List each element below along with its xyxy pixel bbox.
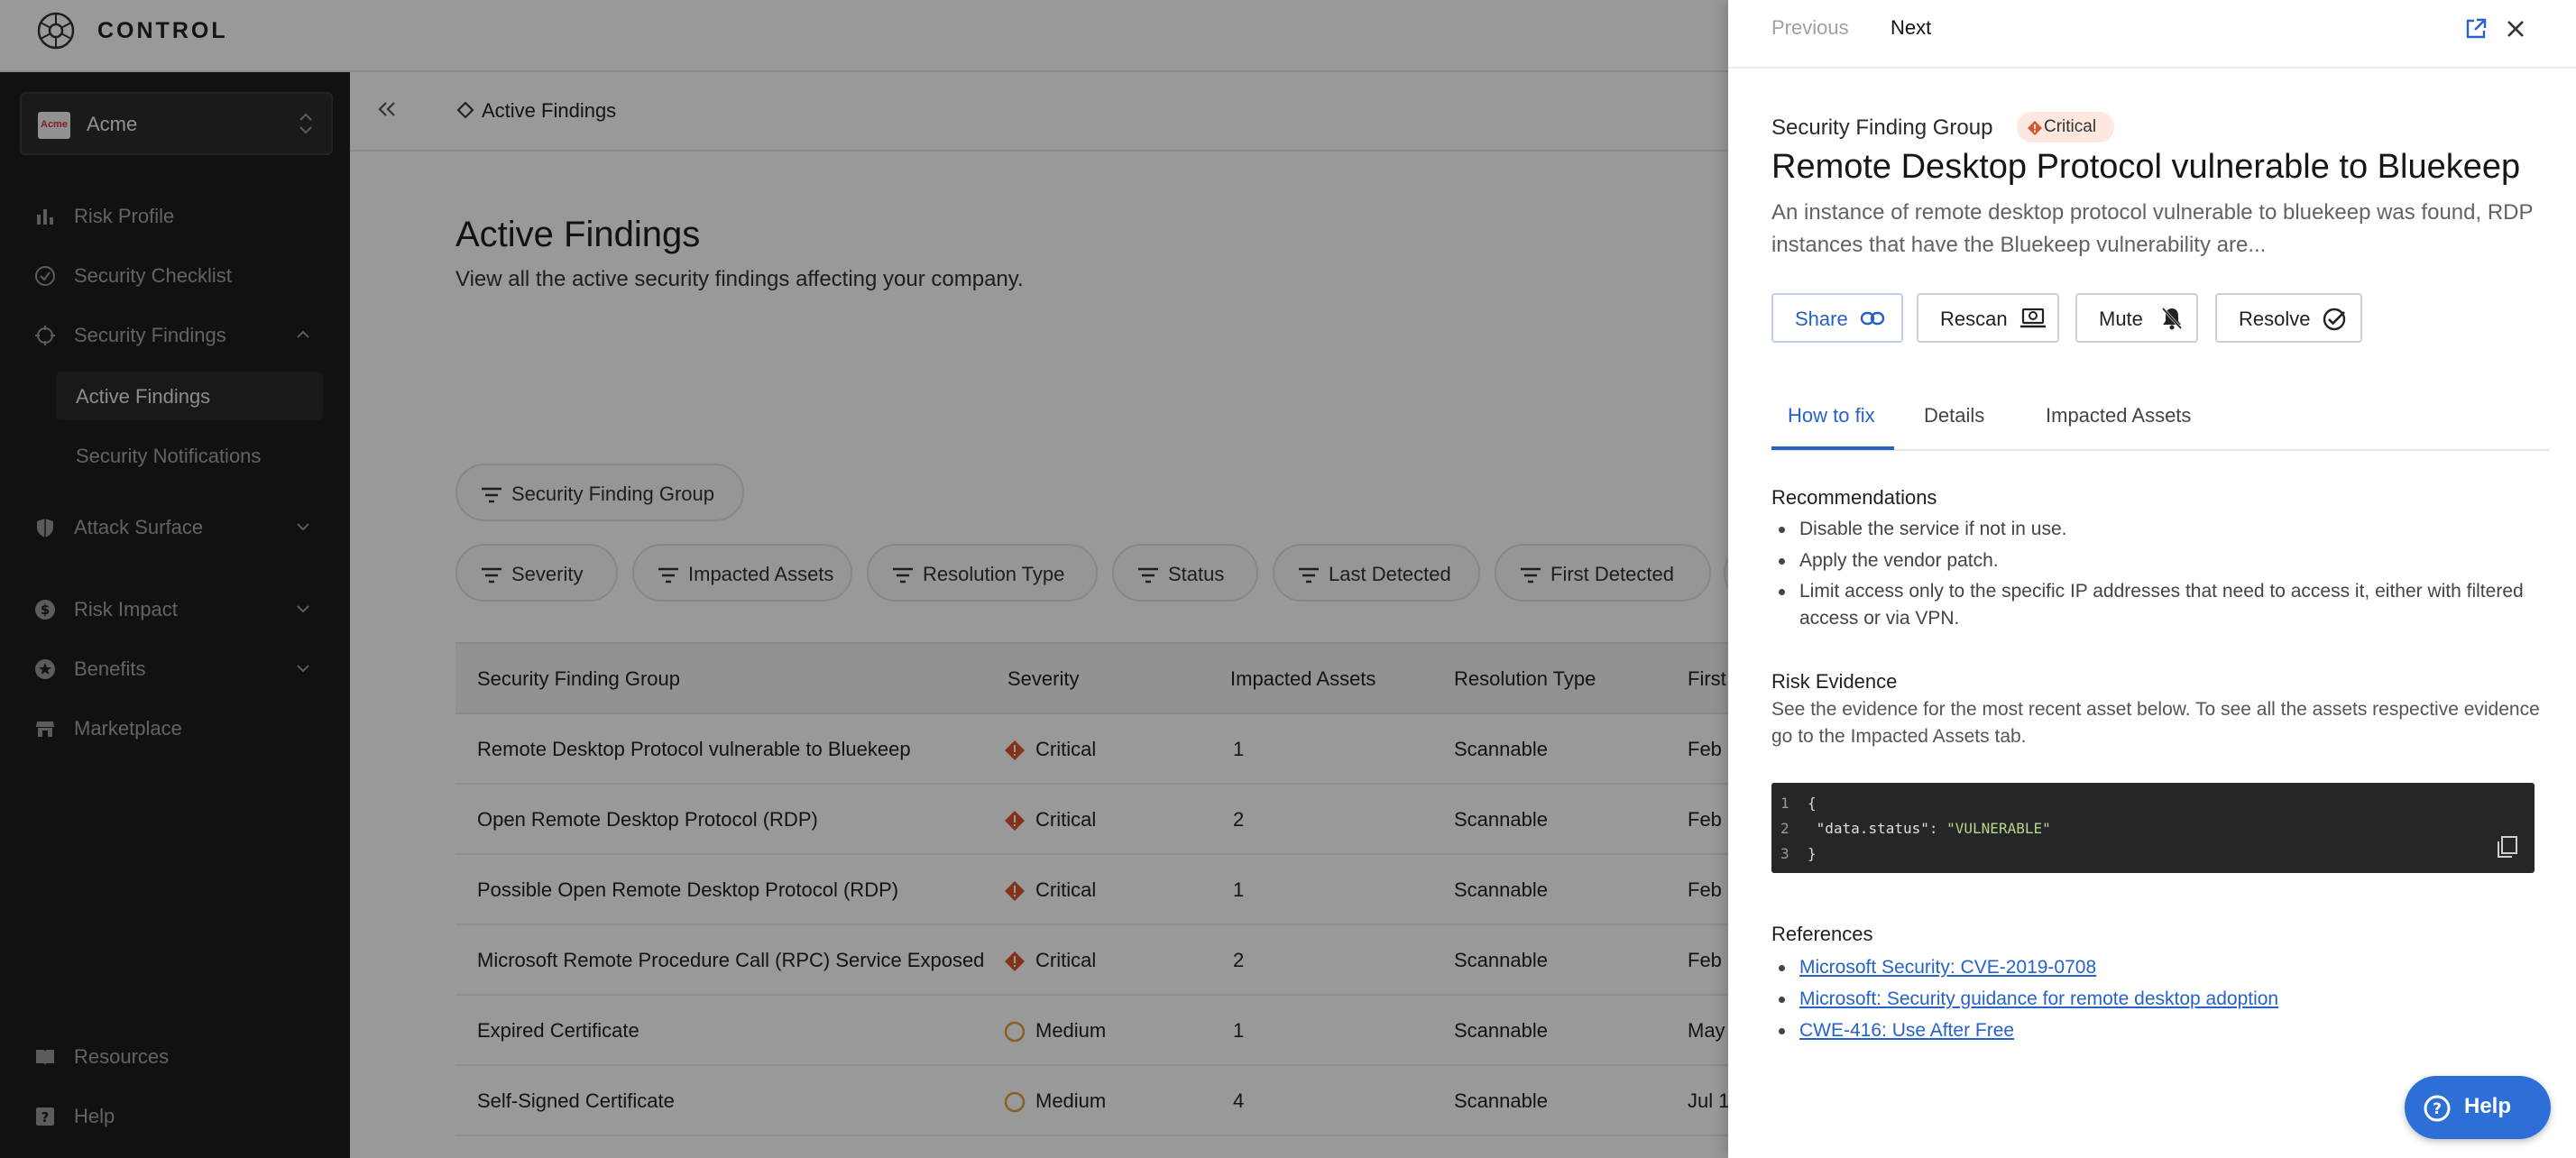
resolve-button[interactable]: Resolve [2215,293,2362,343]
previous-button[interactable]: Previous [1771,16,1849,40]
bell-off-icon [2160,306,2184,331]
tab-details[interactable]: Details [1924,404,1984,427]
active-tab-indicator [1771,446,1894,450]
panel-header: Previous Next [1728,0,2576,69]
close-icon[interactable] [2506,19,2525,39]
help-circle-icon: ? [2423,1094,2452,1123]
references-heading: References [1771,923,1873,945]
finding-title: Remote Desktop Protocol vulnerable to Bl… [1771,148,2521,186]
detail-tabs: How to fix Details Impacted Assets [1771,388,2549,451]
next-button[interactable]: Next [1891,16,1931,40]
check-circle-icon [2322,307,2347,332]
evidence-code-block: 1{ 2 "data.status": "VULNERABLE" 3} [1771,783,2535,873]
risk-evidence-heading: Risk Evidence [1771,670,1898,693]
modal-backdrop[interactable] [0,0,1728,1158]
help-button[interactable]: ? Help [2405,1076,2551,1139]
rescan-button[interactable]: Rescan [1917,293,2059,343]
tab-impacted-assets[interactable]: Impacted Assets [2046,404,2191,427]
copy-icon[interactable] [2497,835,2518,859]
share-button[interactable]: Share [1771,293,1903,343]
open-external-icon[interactable] [2464,17,2488,41]
mute-button[interactable]: Mute [2075,293,2198,343]
laptop-scan-icon [2019,307,2047,330]
reference-link[interactable]: Microsoft Security: CVE-2019-0708 [1799,957,2096,978]
svg-text:?: ? [2433,1100,2442,1118]
finding-detail-panel: Previous Next Security Finding Group Cri… [1728,0,2576,1158]
reference-link[interactable]: Microsoft: Security guidance for remote … [1799,988,2278,1009]
tab-how-to-fix[interactable]: How to fix [1788,404,1875,427]
link-icon [1860,310,1885,326]
finding-kind: Security Finding Group [1771,115,1993,140]
reference-link[interactable]: CWE-416: Use After Free [1799,1020,2014,1041]
risk-evidence-description: See the evidence for the most recent ass… [1771,699,2540,747]
finding-description: An instance of remote desktop protocol v… [1771,200,2534,257]
critical-severity-icon [2028,121,2042,135]
recommendations-heading: Recommendations [1771,486,1937,509]
severity-badge: Critical [2017,112,2114,142]
